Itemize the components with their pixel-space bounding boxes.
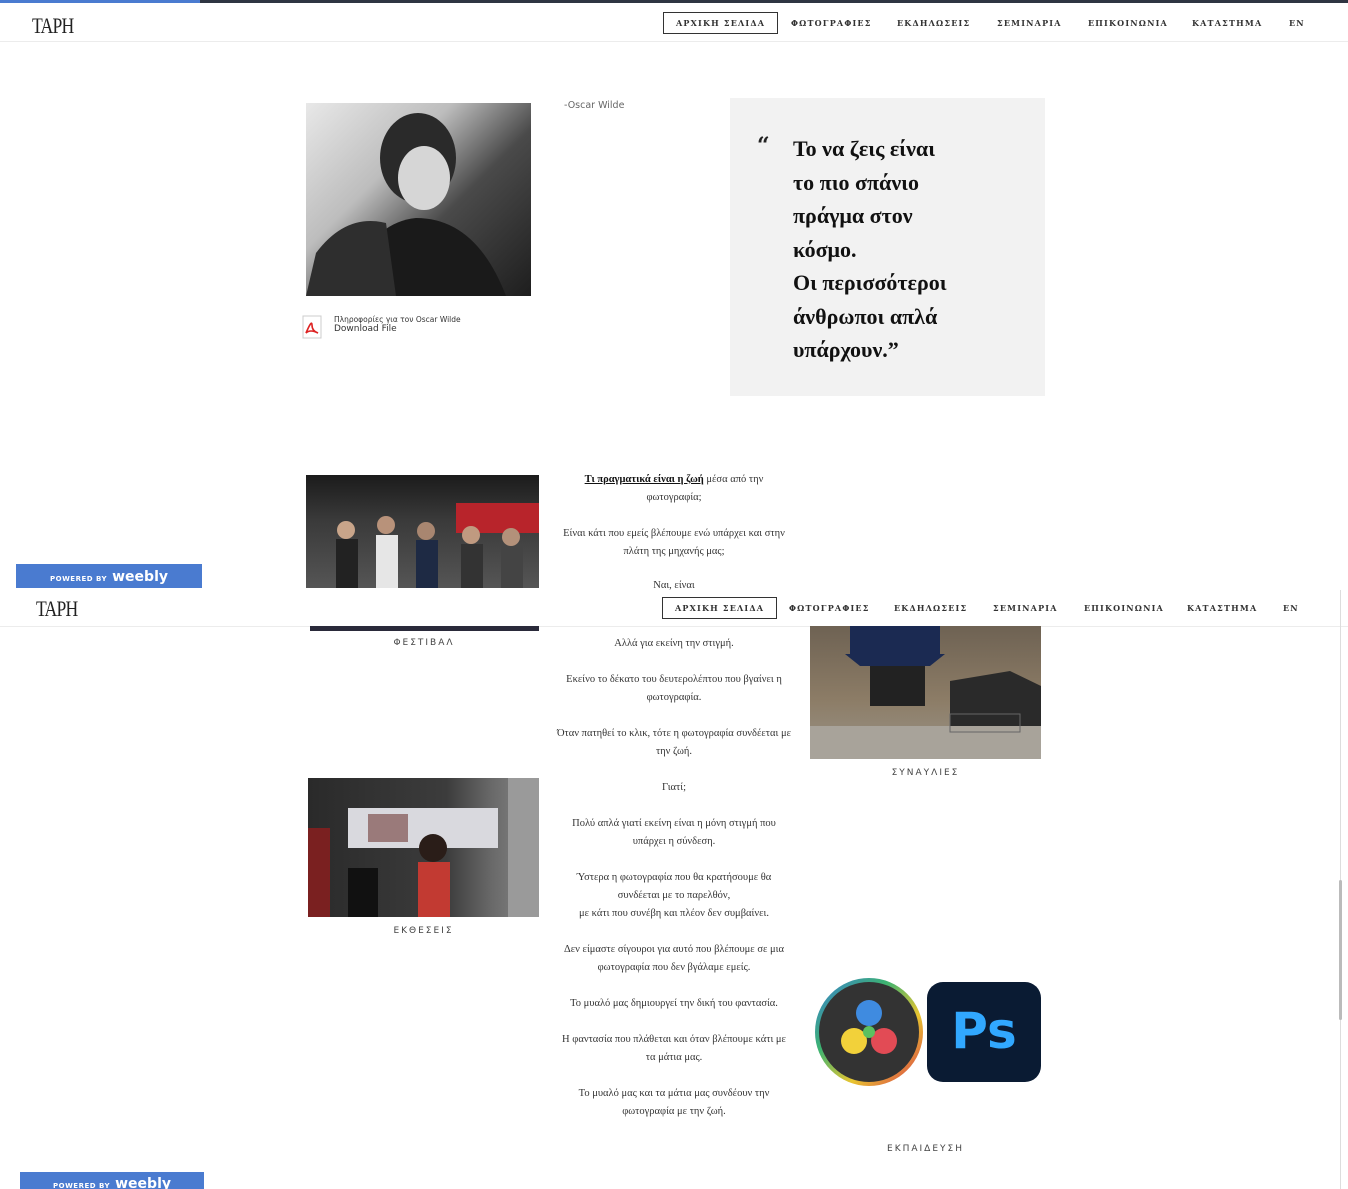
main-text-block: Αλλά για εκείνη την στιγμή. Εκείνο το δέ… [556,635,792,1121]
scrollbar-thumb[interactable] [1339,880,1342,1020]
pdf-icon[interactable] [302,315,322,339]
intro-text-block: Τι πραγματικά είναι η ζωή μέσα από την φ… [556,471,792,595]
quote-text: Το να ζεις είναι το πιο σπάνιο πράγμα στ… [793,132,993,367]
exhibition-photo[interactable] [308,778,539,917]
festival-photo[interactable] [306,475,539,588]
nav-events[interactable]: ΕΚΔΗΛΩΣΕΙΣ [894,603,967,613]
text-paragraph: Δεν είμαστε σίγουροι για αυτό που βλέπου… [564,944,784,973]
quote-author: -Oscar Wilde [564,100,625,111]
nav-language[interactable]: EN [1289,18,1305,28]
text-paragraph: Το μυαλό μας και τα μάτια μας συνδέουν τ… [578,1088,770,1117]
davinci-resolve-icon[interactable] [810,977,928,1087]
concert-photo[interactable] [810,626,1041,759]
photoshop-icon-label: Ps [951,1002,1017,1060]
quote-line: πράγμα στον [793,203,913,228]
site-logo[interactable]: ΤΑΡΗ [32,13,74,39]
text-paragraph: Γιατί; [662,782,686,793]
festival-photo-bottom [310,626,539,631]
caption-exhibitions[interactable]: ΕΚΘΕΣΕΙΣ [308,926,539,936]
nav-events[interactable]: ΕΚΔΗΛΩΣΕΙΣ [897,18,970,28]
weebly-badge[interactable]: POWERED BY weebly [20,1172,204,1189]
quote-line: άνθρωποι απλά [793,303,938,329]
powered-by-label: POWERED BY [53,1182,111,1189]
site-logo[interactable]: ΤΑΡΗ [36,596,78,622]
portrait-illustration [306,113,506,296]
nav-photos[interactable]: ΦΩΤΟΓΡΑΦΙΕΣ [789,603,870,613]
nav-contact[interactable]: ΕΠΙΚΟΙΝΩΝΙΑ [1084,603,1164,613]
nav-seminars[interactable]: ΣΕΜΙΝΑΡΙΑ [997,18,1062,28]
nav-store[interactable]: ΚΑΤΑΣΤΗΜΑ [1187,603,1257,613]
quote-line: υπάρχουν.” [793,337,899,362]
site-header: ΤΑΡΗ ΑΡΧΙΚΗ ΣΕΛΙΔΑ ΦΩΤΟΓΡΑΦΙΕΣ ΕΚΔΗΛΩΣΕΙ… [0,3,1348,42]
text-paragraph: Η φαντασία που πλάθεται και όταν βλέπουμ… [562,1034,786,1063]
weebly-brand: weebly [115,1176,171,1189]
nav-photos[interactable]: ΦΩΤΟΓΡΑΦΙΕΣ [791,18,872,28]
text-paragraph: Το μυαλό μας δημιουργεί την δική του φαν… [570,998,778,1009]
life-link[interactable]: Τι πραγματικά είναι η ζωή [585,474,704,485]
nav-contact[interactable]: ΕΠΙΚΟΙΝΩΝΙΑ [1088,18,1168,28]
weebly-brand: weebly [112,569,168,585]
oscar-wilde-portrait [306,103,531,296]
photoshop-icon[interactable]: Ps [927,982,1041,1082]
quote-line: κόσμο. [793,236,857,262]
site-header-sticky: ΤΑΡΗ ΑΡΧΙΚΗ ΣΕΛΙΔΑ ΦΩΤΟΓΡΑΦΙΕΣ ΕΚΔΗΛΩΣΕΙ… [0,590,1348,627]
exhibition-illustration [308,778,539,917]
text-paragraph: Αλλά για εκείνη την στιγμή. [614,638,734,649]
quote-line: Το να ζεις είναι [793,136,936,161]
text-paragraph: Όταν πατηθεί το κλικ, τότε η φωτογραφία … [556,728,792,757]
text-paragraph: Πολύ απλά γιατί εκείνη είναι η μόνη στιγ… [572,818,776,847]
intro-paragraph-2: Είναι κάτι που εμείς βλέπουμε ενώ υπάρχε… [563,528,785,557]
intro-paragraph-1: Τι πραγματικά είναι η ζωή μέσα από την φ… [556,471,792,507]
text-paragraph: Ύστερα η φωτογραφία που θα κρατήσουμε θα… [576,872,772,901]
quote-line: το πιο σπάνιο [793,169,919,195]
weebly-badge[interactable]: POWERED BY weebly [16,564,202,588]
nav-home[interactable]: ΑΡΧΙΚΗ ΣΕΛΙΔΑ [663,12,779,34]
text-paragraph: Εκείνο το δέκατο του δευτερολέπτου που β… [566,674,782,703]
nav-language[interactable]: EN [1283,603,1299,613]
caption-festival[interactable]: ΦΕΣΤΙΒΑΛ [306,638,542,648]
concert-illustration [810,626,1041,759]
caption-concerts[interactable]: ΣΥΝΑΥΛΙΕΣ [810,768,1041,778]
nav-home[interactable]: ΑΡΧΙΚΗ ΣΕΛΙΔΑ [662,597,778,619]
text-paragraph: με κάτι που συνέβη και πλέον δεν συμβαίν… [579,908,769,919]
nav-store[interactable]: ΚΑΤΑΣΤΗΜΑ [1192,18,1262,28]
file-title[interactable]: Πληροφορίες για τον Oscar Wilde [334,315,461,324]
festival-illustration [336,503,539,588]
caption-education[interactable]: ΕΚΠΑΙΔΕΥΣΗ [810,1144,1041,1154]
nav-seminars[interactable]: ΣΕΜΙΝΑΡΙΑ [993,603,1058,613]
download-file-link[interactable]: Download File [334,324,397,334]
quote-mark: “ [757,133,770,159]
quote-line: Οι περισσότεροι [793,270,947,295]
powered-by-label: POWERED BY [50,575,108,583]
